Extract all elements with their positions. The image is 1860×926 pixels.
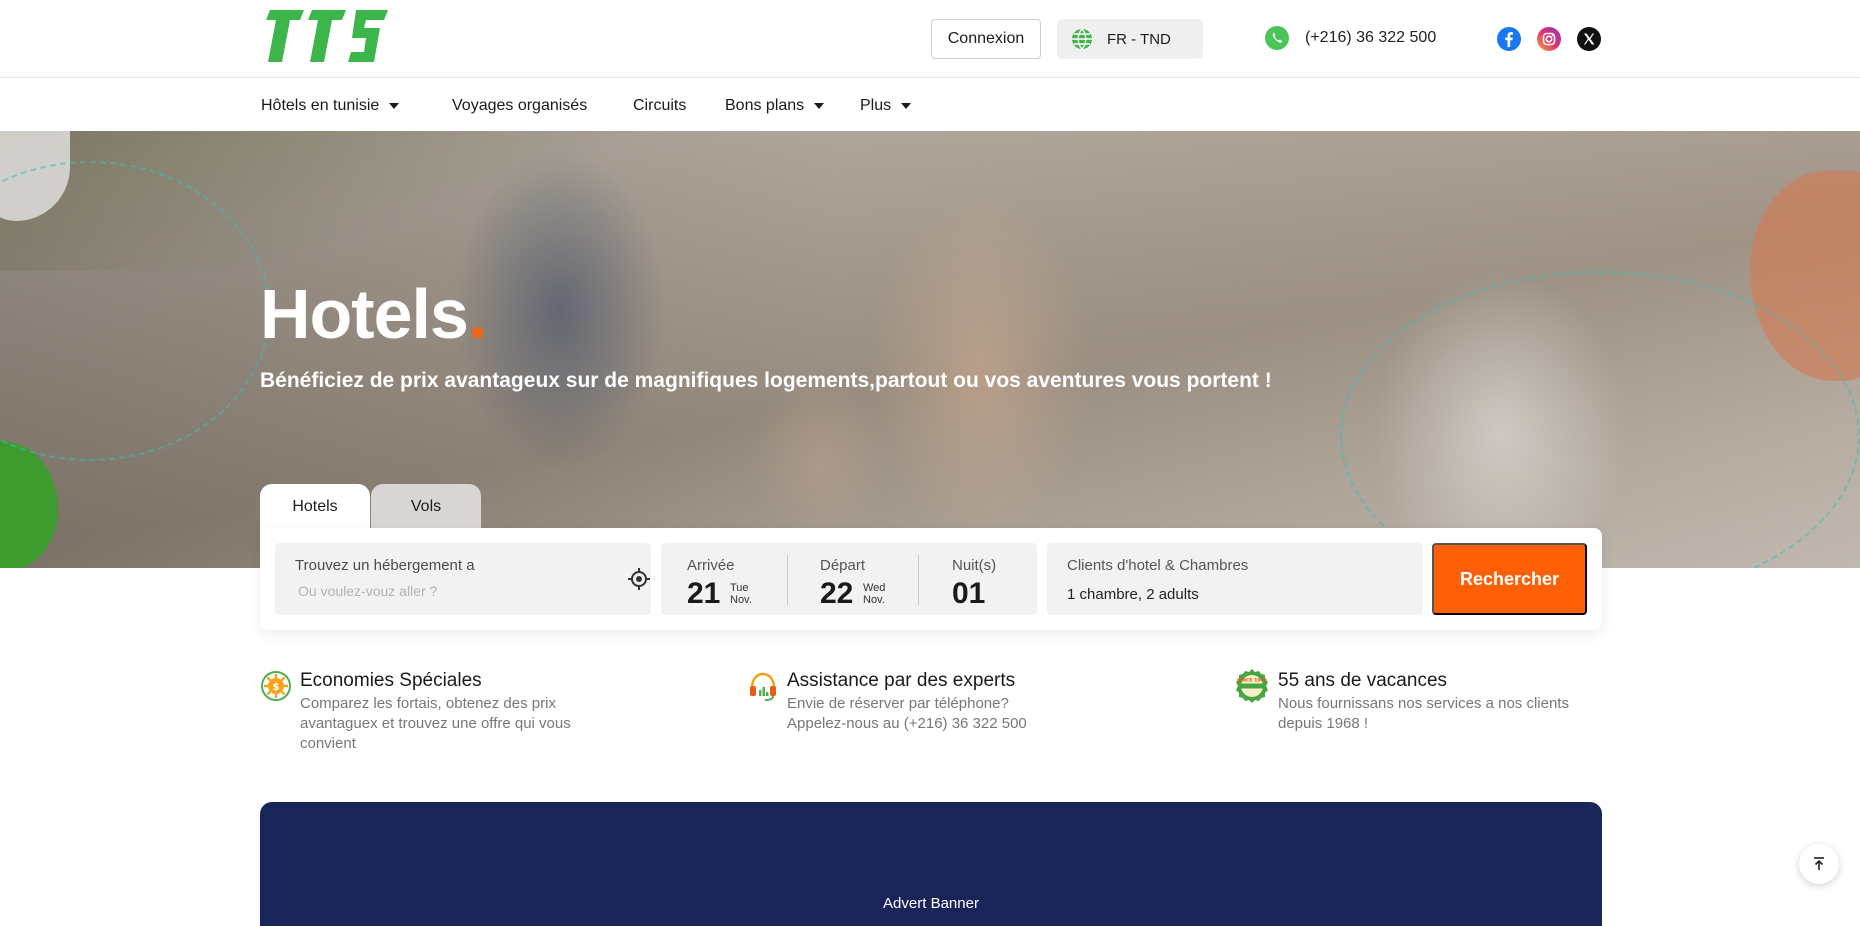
advert-label: Advert Banner: [883, 895, 979, 912]
whatsapp-icon: [1265, 26, 1289, 50]
search-button[interactable]: Rechercher: [1432, 543, 1587, 615]
nav-label: Hôtels en tunisie: [261, 97, 380, 114]
headset-icon: [750, 672, 776, 701]
feature-title: 55 ans de vacances: [1278, 670, 1448, 691]
hero-title: Hotels.: [260, 275, 487, 353]
arrow-up-to-line-icon: [1814, 857, 1824, 870]
savings-gear-icon: $: [261, 671, 291, 701]
top-header: Connexion FR - TND (+216) 36 322 500: [0, 0, 1860, 78]
departure-weekday-month: Wed Nov.: [863, 582, 886, 606]
locate-icon[interactable]: [627, 567, 651, 591]
nav-label: Bons plans: [725, 97, 805, 114]
guests-value: 1 chambre, 2 adults: [1067, 586, 1199, 603]
nights-label: Nuit(s): [952, 557, 997, 574]
feature-title: Economies Spéciales: [300, 670, 482, 691]
svg-text:SINCE 1968: SINCE 1968: [1237, 678, 1267, 684]
feature-text: Economies Spéciales Comparez les fortais…: [300, 670, 571, 754]
search-panel: Trouvez un hébergement a Ou voulez-vouz …: [260, 528, 1602, 630]
nav-label: Plus: [860, 97, 892, 114]
destination-field[interactable]: Trouvez un hébergement a Ou voulez-vouz …: [275, 543, 651, 615]
nav-item-bons-plans[interactable]: Bons plans: [725, 97, 825, 115]
advert-banner[interactable]: Advert Banner: [260, 802, 1602, 926]
feature-description: Comparez les fortais, obtenez des prix a…: [300, 695, 571, 752]
caret-down-icon: [814, 103, 825, 109]
since-badge-icon: SINCE 1968: [1236, 669, 1268, 703]
arrival-day: 21: [687, 577, 721, 610]
caret-down-icon: [901, 103, 912, 109]
feature-assistance: Assistance par des experts Envie de rése…: [747, 670, 1027, 734]
dates-field[interactable]: Arrivée 21 Tue Nov. Départ 22 Wed Nov. Nui…: [661, 543, 1037, 615]
feature-text: Assistance par des experts Envie de rése…: [787, 670, 1027, 734]
feature-title: Assistance par des experts: [787, 670, 1016, 691]
arrival-label: Arrivée: [687, 557, 735, 574]
destination-input[interactable]: Ou voulez-vouz aller ?: [298, 583, 437, 599]
feature-since-1968: SINCE 1968 55 ans de vacances Nous fourn…: [1234, 669, 1569, 734]
departure-label: Départ: [820, 557, 866, 574]
facebook-icon[interactable]: [1497, 27, 1521, 51]
brand-logo[interactable]: [260, 6, 390, 66]
feature-description: Nous fournissans nos services a nos clie…: [1278, 695, 1569, 732]
tab-vols[interactable]: Vols: [371, 484, 481, 530]
nav-item-plus[interactable]: Plus: [860, 97, 912, 115]
login-button[interactable]: Connexion: [931, 19, 1041, 59]
x-icon[interactable]: [1577, 27, 1601, 51]
title-dot: .: [467, 275, 487, 353]
social-links: [1497, 27, 1601, 51]
arrival-weekday-month: Tue Nov.: [730, 582, 752, 606]
nav-label: Voyages organisés: [452, 97, 588, 114]
main-navigation: Hôtels en tunisie Voyages organisés Circ…: [0, 79, 1860, 131]
nights-value: 01: [952, 577, 986, 610]
nav-item-hotels-tunisie[interactable]: Hôtels en tunisie: [261, 97, 400, 115]
language-currency-label: FR - TND: [1107, 30, 1171, 48]
guests-rooms-field[interactable]: Clients d'hotel & Chambres 1 chambre, 2 …: [1047, 543, 1423, 615]
caret-down-icon: [389, 103, 400, 109]
feature-description: Envie de réserver par téléphone? Appelez…: [787, 695, 1027, 732]
tab-hotels[interactable]: Hotels: [260, 484, 370, 530]
departure-day: 22: [820, 577, 854, 610]
language-currency-selector[interactable]: FR - TND: [1057, 19, 1203, 59]
divider: [787, 555, 788, 605]
scroll-to-top-button[interactable]: [1799, 844, 1839, 884]
nav-item-voyages-organises[interactable]: Voyages organisés: [452, 97, 587, 115]
feature-savings: $ Economies Spéciales Comparez les forta…: [260, 670, 571, 754]
instagram-icon[interactable]: [1537, 27, 1561, 51]
guests-label: Clients d'hotel & Chambres: [1067, 557, 1249, 574]
hero-subtitle: Bénéficiez de prix avantageux sur de mag…: [260, 369, 1272, 392]
nav-item-circuits[interactable]: Circuits: [633, 97, 686, 115]
phone-number: (+216) 36 322 500: [1305, 29, 1437, 46]
divider: [918, 555, 919, 605]
globe-icon: [1072, 28, 1092, 50]
contact-phone[interactable]: (+216) 36 322 500: [1265, 26, 1436, 50]
svg-text:$: $: [273, 682, 280, 693]
nav-label: Circuits: [633, 97, 687, 114]
destination-label: Trouvez un hébergement a: [295, 557, 475, 574]
feature-text: 55 ans de vacances Nous fournissans nos …: [1278, 670, 1569, 734]
